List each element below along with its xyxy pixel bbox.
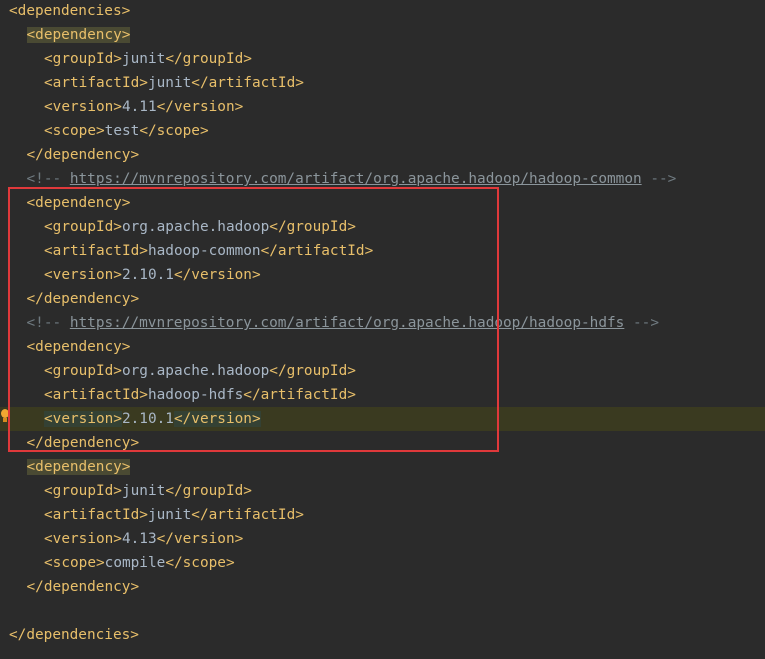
xml-text-value: test xyxy=(104,123,140,139)
xml-text-value: junit xyxy=(147,507,192,523)
xml-text-value: junit xyxy=(121,51,166,67)
xml-open-tag: <artifactId> xyxy=(44,507,148,523)
xml-text-value: compile xyxy=(104,555,166,571)
xml-text-value: 2.10.1 xyxy=(121,411,174,427)
xml-text-value: hadoop-common xyxy=(147,243,261,259)
code-line[interactable]: <groupId>org.apache.hadoop</groupId> xyxy=(0,215,765,239)
xml-open-tag: </dependency> xyxy=(26,435,140,451)
code-line[interactable]: <!-- https://mvnrepository.com/artifact/… xyxy=(0,167,765,191)
code-line[interactable]: <dependency> xyxy=(0,455,765,479)
xml-comment-end: --> xyxy=(624,315,659,331)
code-line[interactable]: </dependency> xyxy=(0,575,765,599)
xml-open-tag: <dependency> xyxy=(26,459,131,475)
code-line[interactable]: <dependency> xyxy=(0,335,765,359)
xml-text-value: 4.11 xyxy=(121,99,157,115)
xml-close-tag: </scope> xyxy=(165,555,235,571)
code-line[interactable]: <version>4.13</version> xyxy=(0,527,765,551)
code-line[interactable]: <artifactId>hadoop-common</artifactId> xyxy=(0,239,765,263)
xml-text-value: junit xyxy=(147,75,192,91)
xml-close-tag: </version> xyxy=(173,411,261,427)
code-line[interactable]: <version>2.10.1</version> xyxy=(0,263,765,287)
xml-open-tag: <version> xyxy=(44,531,122,547)
xml-close-tag: </artifactId> xyxy=(243,387,356,403)
xml-close-tag: </artifactId> xyxy=(260,243,374,259)
code-line-current[interactable]: <version>2.10.1</version> xyxy=(0,407,765,431)
xml-open-tag: <groupId> xyxy=(44,363,122,379)
lightbulb-base xyxy=(3,418,7,422)
xml-comment-end: --> xyxy=(641,171,677,187)
xml-open-tag: </dependency> xyxy=(26,579,140,595)
code-line[interactable]: <version>4.11</version> xyxy=(0,95,765,119)
code-line[interactable]: <artifactId>junit</artifactId> xyxy=(0,503,765,527)
xml-text-value: hadoop-hdfs xyxy=(147,387,244,403)
code-line[interactable]: </dependencies> xyxy=(0,623,765,647)
xml-open-tag: <artifactId> xyxy=(44,75,148,91)
xml-text-value: 4.13 xyxy=(121,531,157,547)
xml-close-tag: </version> xyxy=(156,99,244,115)
xml-text-value: org.apache.hadoop xyxy=(121,219,270,235)
xml-text-value: org.apache.hadoop xyxy=(121,363,270,379)
comment-url-link[interactable]: https://mvnrepository.com/artifact/org.a… xyxy=(70,171,642,187)
xml-open-tag: <artifactId> xyxy=(44,243,148,259)
comment-url-link[interactable]: https://mvnrepository.com/artifact/org.a… xyxy=(70,315,625,331)
xml-open-tag: <artifactId> xyxy=(44,387,148,403)
code-line[interactable]: </dependency> xyxy=(0,143,765,167)
xml-close-tag: </version> xyxy=(156,531,244,547)
code-editor[interactable]: <dependencies> <dependency> <groupId>junit… xyxy=(0,0,765,659)
xml-open-tag: <scope> xyxy=(44,555,105,571)
xml-close-tag: </version> xyxy=(173,267,261,283)
xml-comment-start: <!-- xyxy=(26,315,70,331)
xml-open-tag: <dependencies> xyxy=(9,3,131,19)
code-line[interactable]: </dependency> xyxy=(0,287,765,311)
xml-text-value: junit xyxy=(121,483,166,499)
xml-text-value: 2.10.1 xyxy=(121,267,174,283)
xml-close-tag: </groupId> xyxy=(269,363,356,379)
code-line[interactable]: <artifactId>hadoop-hdfs</artifactId> xyxy=(0,383,765,407)
xml-open-tag: <dependency> xyxy=(26,195,131,211)
xml-open-tag: <dependency> xyxy=(26,27,131,43)
code-line[interactable]: <groupId>org.apache.hadoop</groupId> xyxy=(0,359,765,383)
lightbulb-glass xyxy=(1,409,9,418)
lightbulb-icon[interactable] xyxy=(0,409,9,423)
xml-open-tag: <groupId> xyxy=(44,51,122,67)
xml-close-tag: </groupId> xyxy=(165,51,252,67)
xml-open-tag: <version> xyxy=(44,99,122,115)
xml-comment-start: <!-- xyxy=(26,171,70,187)
xml-open-tag: <version> xyxy=(44,411,122,427)
xml-open-tag: </dependency> xyxy=(26,291,140,307)
code-line[interactable]: <scope>compile</scope> xyxy=(0,551,765,575)
code-line[interactable]: <groupId>junit</groupId> xyxy=(0,47,765,71)
code-line[interactable]: <dependency> xyxy=(0,23,765,47)
xml-open-tag: </dependency> xyxy=(26,147,140,163)
xml-close-tag: </groupId> xyxy=(269,219,356,235)
xml-close-tag: </groupId> xyxy=(165,483,252,499)
code-line[interactable]: <!-- https://mvnrepository.com/artifact/… xyxy=(0,311,765,335)
xml-open-tag: </dependencies> xyxy=(9,627,139,643)
xml-open-tag: <scope> xyxy=(44,123,105,139)
code-line[interactable]: <artifactId>junit</artifactId> xyxy=(0,71,765,95)
xml-close-tag: </artifactId> xyxy=(191,75,304,91)
xml-open-tag: <version> xyxy=(44,267,122,283)
code-line[interactable] xyxy=(0,599,765,623)
xml-close-tag: </scope> xyxy=(139,123,209,139)
code-line[interactable]: <dependencies> xyxy=(0,0,765,23)
xml-open-tag: <groupId> xyxy=(44,219,122,235)
code-line[interactable]: <scope>test</scope> xyxy=(0,119,765,143)
xml-open-tag: <dependency> xyxy=(26,339,131,355)
xml-open-tag: <groupId> xyxy=(44,483,122,499)
code-line[interactable]: <dependency> xyxy=(0,191,765,215)
xml-close-tag: </artifactId> xyxy=(191,507,304,523)
code-line[interactable]: </dependency> xyxy=(0,431,765,455)
code-line[interactable]: <groupId>junit</groupId> xyxy=(0,479,765,503)
